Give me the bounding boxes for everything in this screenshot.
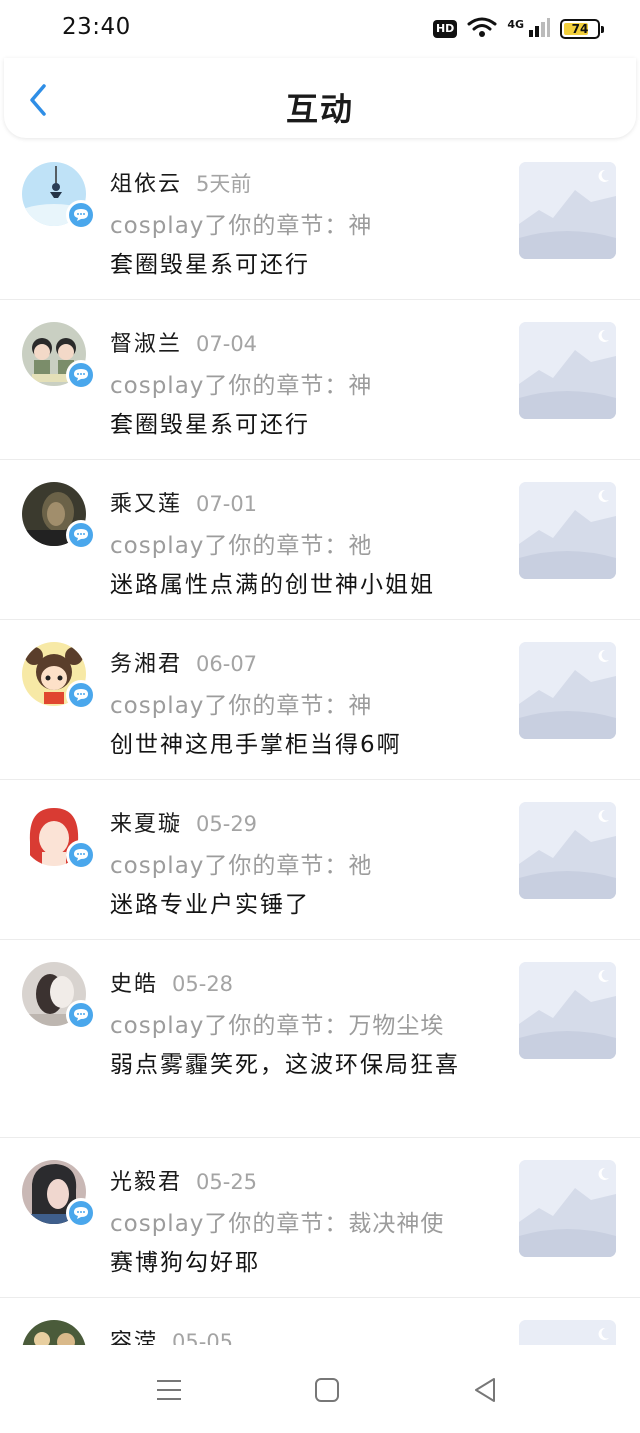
list-item[interactable]: 督淑兰 07-04 cosplay了你的章节：神 套圈毁星系可还行 xyxy=(0,300,640,460)
comment-text: 套圈毁星系可还行 xyxy=(110,412,310,438)
back-triangle-icon xyxy=(475,1378,495,1402)
comment-badge xyxy=(66,520,96,550)
thumbnail-placeholder[interactable] xyxy=(519,482,616,579)
hd-badge: HD xyxy=(432,20,458,38)
comment-text: 赛博狗勾好耶 xyxy=(110,1250,260,1276)
list-item[interactable]: 务湘君 06-07 cosplay了你的章节：神 创世神这甩手掌柜当得6啊 xyxy=(0,620,640,780)
signal-icon xyxy=(528,16,550,42)
time-label: 05-29 xyxy=(196,812,258,836)
chat-bubble-icon xyxy=(74,369,88,381)
comment-badge xyxy=(66,1198,96,1228)
battery-level-text: 74 xyxy=(571,22,589,36)
status-time: 23:40 xyxy=(62,14,131,40)
name-row: 乘又莲 07-01 xyxy=(110,486,257,518)
mountain-placeholder-icon xyxy=(519,642,616,739)
wifi-icon xyxy=(467,16,497,42)
list-item[interactable]: 俎依云 5天前 cosplay了你的章节：神 套圈毁星系可还行 xyxy=(0,140,640,300)
mountain-placeholder-icon xyxy=(519,322,616,419)
time-label: 05-28 xyxy=(172,972,234,996)
name-row: 史皓 05-28 xyxy=(110,966,233,998)
chapter-line: cosplay了你的章节：神 xyxy=(110,693,373,719)
mountain-placeholder-icon xyxy=(519,1320,616,1345)
thumbnail-placeholder[interactable] xyxy=(519,162,616,259)
name-row: 容滢 05-05 xyxy=(110,1324,233,1345)
chat-bubble-icon xyxy=(74,1009,88,1021)
user-name[interactable]: 史皓 xyxy=(110,966,158,998)
comment-badge xyxy=(66,200,96,230)
mountain-placeholder-icon xyxy=(519,1160,616,1257)
mountain-placeholder-icon xyxy=(519,162,616,259)
recent-apps-button[interactable] xyxy=(152,1373,186,1407)
mountain-placeholder-icon xyxy=(519,962,616,1059)
chapter-line: cosplay了你的章节：万物尘埃 xyxy=(110,1013,445,1039)
user-name[interactable]: 容滢 xyxy=(110,1324,158,1345)
name-row: 来夏璇 05-29 xyxy=(110,806,257,838)
status-bar: 23:40 HD 4G 74 xyxy=(0,0,640,58)
interaction-list: 俎依云 5天前 cosplay了你的章节：神 套圈毁星系可还行 督淑兰 07-0… xyxy=(0,140,640,1345)
comment-badge xyxy=(66,840,96,870)
mountain-placeholder-icon xyxy=(519,802,616,899)
chapter-line: cosplay了你的章节：祂 xyxy=(110,533,373,559)
comment-text: 迷路属性点满的创世神小姐姐 xyxy=(110,572,435,598)
chapter-line: cosplay了你的章节：裁决神使 xyxy=(110,1211,445,1237)
header: 互动 xyxy=(4,58,636,138)
chapter-line: cosplay了你的章节：神 xyxy=(110,373,373,399)
comment-badge xyxy=(66,360,96,390)
chat-bubble-icon xyxy=(74,209,88,221)
mountain-placeholder-icon xyxy=(519,482,616,579)
list-item[interactable]: 光毅君 05-25 cosplay了你的章节：裁决神使 赛博狗勾好耶 xyxy=(0,1138,640,1298)
list-item[interactable]: 乘又莲 07-01 cosplay了你的章节：祂 迷路属性点满的创世神小姐姐 xyxy=(0,460,640,620)
comment-text: 创世神这甩手掌柜当得6啊 xyxy=(110,732,402,758)
name-row: 务湘君 06-07 xyxy=(110,646,257,678)
status-icons: HD 4G 74 xyxy=(432,15,604,43)
thumbnail-placeholder[interactable] xyxy=(519,642,616,739)
chat-bubble-icon xyxy=(74,529,88,541)
network-type-label: 4G xyxy=(507,17,524,31)
page-title: 互动 xyxy=(285,90,354,128)
home-square-icon xyxy=(315,1378,339,1402)
time-label: 06-07 xyxy=(196,652,258,676)
comment-text: 弱点雾霾笑死，这波环保局狂喜 xyxy=(110,1052,460,1078)
comment-text: 迷路专业户实锤了 xyxy=(110,892,310,918)
comment-badge xyxy=(66,1000,96,1030)
chat-bubble-icon xyxy=(74,849,88,861)
battery-icon: 74 xyxy=(560,19,604,39)
chapter-line: cosplay了你的章节：祂 xyxy=(110,853,373,879)
user-name[interactable]: 乘又莲 xyxy=(110,486,182,518)
user-name[interactable]: 俎依云 xyxy=(110,166,182,198)
system-nav-bar xyxy=(0,1345,640,1433)
chat-bubble-icon xyxy=(74,689,88,701)
user-name[interactable]: 光毅君 xyxy=(110,1164,182,1196)
avatar[interactable] xyxy=(22,1320,86,1345)
user-name[interactable]: 督淑兰 xyxy=(110,326,182,358)
home-button[interactable] xyxy=(310,1373,344,1407)
list-item[interactable]: 史皓 05-28 cosplay了你的章节：万物尘埃 弱点雾霾笑死，这波环保局狂… xyxy=(0,940,640,1138)
time-label: 05-05 xyxy=(172,1330,234,1345)
name-row: 督淑兰 07-04 xyxy=(110,326,257,358)
time-label: 07-04 xyxy=(196,332,258,356)
system-back-button[interactable] xyxy=(468,1373,502,1407)
time-label: 5天前 xyxy=(196,172,252,196)
thumbnail-placeholder[interactable] xyxy=(519,1320,616,1345)
time-label: 05-25 xyxy=(196,1170,258,1194)
comment-text: 套圈毁星系可还行 xyxy=(110,252,310,278)
menu-icon xyxy=(157,1380,181,1400)
thumbnail-placeholder[interactable] xyxy=(519,802,616,899)
thumbnail-placeholder[interactable] xyxy=(519,322,616,419)
list-item[interactable]: 来夏璇 05-29 cosplay了你的章节：祂 迷路专业户实锤了 xyxy=(0,780,640,940)
chapter-line: cosplay了你的章节：神 xyxy=(110,213,373,239)
user-name[interactable]: 务湘君 xyxy=(110,646,182,678)
thumbnail-placeholder[interactable] xyxy=(519,962,616,1059)
name-row: 光毅君 05-25 xyxy=(110,1164,257,1196)
time-label: 07-01 xyxy=(196,492,258,516)
list-item[interactable]: 容滢 05-05 xyxy=(0,1298,640,1345)
comment-badge xyxy=(66,680,96,710)
user-name[interactable]: 来夏璇 xyxy=(110,806,182,838)
name-row: 俎依云 5天前 xyxy=(110,166,251,198)
thumbnail-placeholder[interactable] xyxy=(519,1160,616,1257)
chat-bubble-icon xyxy=(74,1207,88,1219)
